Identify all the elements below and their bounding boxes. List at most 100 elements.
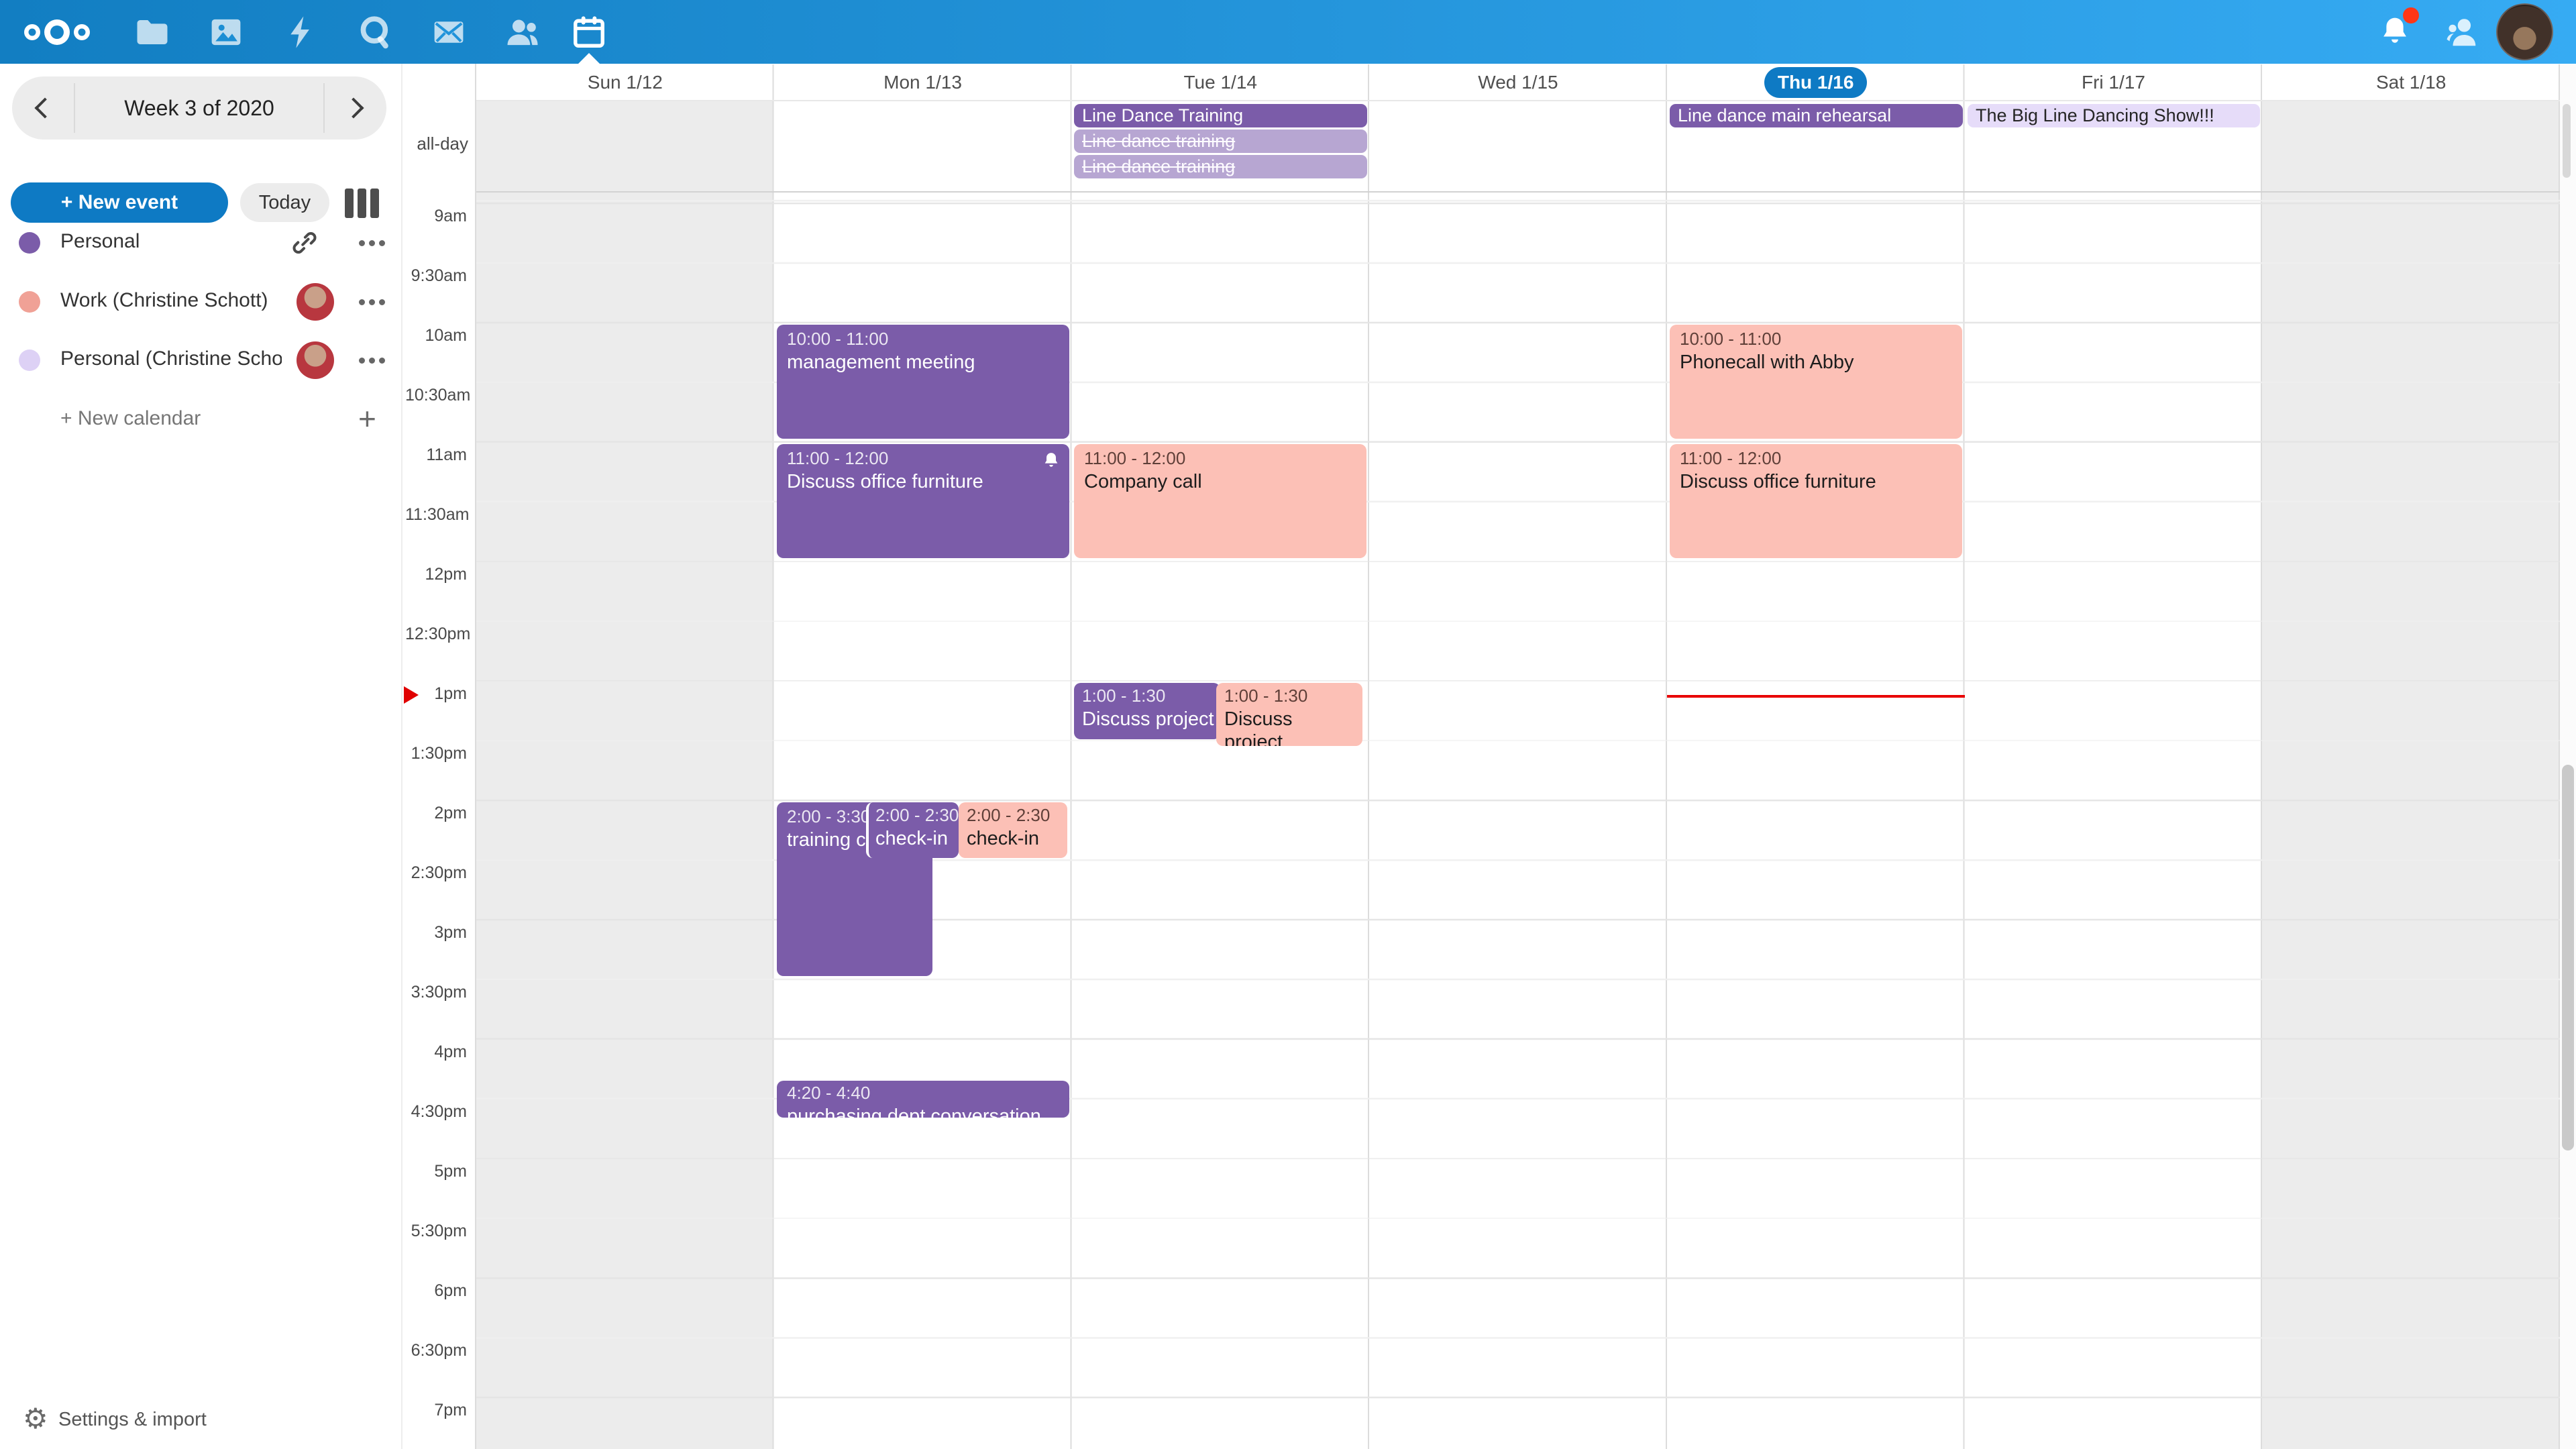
time-label: 1:30pm xyxy=(405,744,467,763)
calendar-actions-menu[interactable] xyxy=(359,356,399,364)
grid-column-lines xyxy=(476,64,2560,1449)
allday-divider xyxy=(402,191,2560,193)
event-discuss-office-furniture-thu[interactable]: 11:00 - 12:00 Discuss office furniture xyxy=(1670,444,1962,558)
allday-scrollbar-thumb[interactable] xyxy=(2563,104,2571,178)
time-label: 5pm xyxy=(405,1162,467,1181)
day-header-fri[interactable]: Fri 1/17 xyxy=(1965,64,2263,101)
shared-by-avatar xyxy=(297,341,334,379)
notifications-bell-icon[interactable] xyxy=(2375,12,2415,52)
new-calendar-label: + New calendar xyxy=(60,407,201,430)
shared-by-avatar xyxy=(297,283,334,321)
event-check-in-salmon[interactable]: 2:00 - 2:30 check-in xyxy=(959,802,1067,858)
active-app-indicator xyxy=(578,53,600,64)
calendar-name: Personal xyxy=(60,230,282,253)
current-time-arrow-icon xyxy=(404,686,419,704)
plus-icon: + xyxy=(358,400,376,437)
time-label: 12pm xyxy=(405,565,467,584)
calendar-actions-menu[interactable] xyxy=(359,239,399,247)
mail-icon[interactable] xyxy=(429,12,469,52)
time-gutter: all-day 9am 9:30am 10am 10:30am 11am 11:… xyxy=(402,64,476,1449)
view-bar-icon xyxy=(370,189,379,218)
time-label: 12:30pm xyxy=(405,625,467,644)
event-purchasing-dept-conversation[interactable]: 4:20 - 4:40 purchasing dept conversation xyxy=(777,1081,1069,1118)
photos-icon[interactable] xyxy=(206,12,246,52)
calendar-color-dot xyxy=(19,350,40,371)
time-label: 5:30pm xyxy=(405,1222,467,1241)
share-link-icon[interactable] xyxy=(290,228,319,261)
day-header-sat[interactable]: Sat 1/18 xyxy=(2262,64,2560,101)
contacts-menu-icon[interactable] xyxy=(2442,12,2482,52)
event-check-in-purple[interactable]: 2:00 - 2:30 check-in xyxy=(866,802,959,858)
calendar-app-icon[interactable] xyxy=(569,12,609,52)
calendar-actions-menu[interactable] xyxy=(359,298,399,306)
top-bar xyxy=(0,0,2576,64)
activity-icon[interactable] xyxy=(281,12,321,52)
time-label: 10am xyxy=(405,326,467,345)
allday-event-line-dance-training-cancelled[interactable]: Line dance training xyxy=(1074,129,1367,153)
day-header-thu-today[interactable]: Thu 1/16 xyxy=(1667,64,1965,101)
calendar-list-item-personal-christine[interactable]: Personal (Christine Scho… xyxy=(0,336,402,384)
calendar-color-dot xyxy=(19,291,40,313)
time-label: 7pm xyxy=(405,1401,467,1420)
time-label: 2pm xyxy=(405,804,467,823)
time-label: 9:30am xyxy=(405,266,467,286)
files-icon[interactable] xyxy=(132,12,172,52)
time-label: 6pm xyxy=(405,1281,467,1301)
weekend-shading-sunday xyxy=(476,101,773,1449)
calendar-color-dot xyxy=(19,232,40,254)
notification-badge xyxy=(2403,7,2419,23)
view-switcher-button[interactable] xyxy=(345,189,378,218)
scrollbar-thumb[interactable] xyxy=(2562,765,2574,1150)
allday-event-big-line-dancing-show[interactable]: The Big Line Dancing Show!!! xyxy=(1968,104,2260,127)
calendar-list-item-personal[interactable]: Personal xyxy=(0,219,402,267)
today-button[interactable]: Today xyxy=(240,183,329,222)
weekend-shading-saturday xyxy=(2262,101,2559,1449)
user-avatar[interactable] xyxy=(2496,3,2553,60)
day-header-mon[interactable]: Mon 1/13 xyxy=(774,64,1072,101)
day-header-tue[interactable]: Tue 1/14 xyxy=(1071,64,1369,101)
settings-import-button[interactable]: ⚙ Settings & import xyxy=(0,1401,402,1441)
new-calendar-row[interactable]: + New calendar + xyxy=(0,399,402,439)
allday-label: all-day xyxy=(417,133,468,154)
time-label: 4:30pm xyxy=(405,1102,467,1122)
calendar-list-item-work[interactable]: Work (Christine Schott) xyxy=(0,278,402,326)
allday-event-line-dance-training-cancelled[interactable]: Line dance training xyxy=(1074,155,1367,178)
time-label: 3pm xyxy=(405,923,467,943)
vertical-scrollbar[interactable] xyxy=(2560,64,2576,1449)
event-management-meeting[interactable]: 10:00 - 11:00 management meeting xyxy=(777,325,1069,439)
contacts-icon[interactable] xyxy=(502,12,543,52)
nextcloud-logo[interactable] xyxy=(20,12,94,52)
view-bar-icon xyxy=(345,189,354,218)
time-label: 10:30am xyxy=(405,386,467,405)
time-label: 11:30am xyxy=(405,505,467,525)
week-navigation: Week 3 of 2020 xyxy=(12,76,386,140)
event-discuss-office-furniture-mon[interactable]: 11:00 - 12:00 Discuss office furniture xyxy=(777,444,1069,558)
time-label: 2:30pm xyxy=(405,863,467,883)
time-label: 4pm xyxy=(405,1042,467,1062)
current-time-line xyxy=(1667,695,1965,698)
week-range-label[interactable]: Week 3 of 2020 xyxy=(12,76,386,140)
new-event-button[interactable]: + New event xyxy=(11,182,228,223)
calendar-app: Week 3 of 2020 + New event Today Persona… xyxy=(0,0,2576,1449)
day-header-sun[interactable]: Sun 1/12 xyxy=(476,64,774,101)
event-discuss-project-announcement-purple[interactable]: 1:00 - 1:30 Discuss project announcement xyxy=(1074,683,1220,739)
gear-icon: ⚙ xyxy=(23,1402,48,1435)
calendar-name: Work (Christine Schott) xyxy=(60,289,282,312)
settings-label: Settings & import xyxy=(58,1409,207,1431)
allday-event-line-dance-main-rehearsal[interactable]: Line dance main rehearsal xyxy=(1670,104,1963,127)
day-header-wed[interactable]: Wed 1/15 xyxy=(1369,64,1667,101)
time-label: 11am xyxy=(405,445,467,465)
calendar-name: Personal (Christine Scho… xyxy=(60,347,282,370)
divider xyxy=(323,83,325,133)
event-discuss-project-announcement-salmon[interactable]: 1:00 - 1:30 Discuss project announcement xyxy=(1216,683,1362,746)
reminder-bell-icon xyxy=(1041,451,1061,474)
time-label: 3:30pm xyxy=(405,983,467,1002)
time-label: 6:30pm xyxy=(405,1341,467,1360)
event-phonecall-with-abby[interactable]: 10:00 - 11:00 Phonecall with Abby xyxy=(1670,325,1962,439)
allday-event-line-dance-training[interactable]: Line Dance Training xyxy=(1074,104,1367,127)
event-company-call[interactable]: 11:00 - 12:00 Company call xyxy=(1074,444,1366,558)
sidebar: Week 3 of 2020 + New event Today Persona… xyxy=(0,64,402,1449)
today-pill[interactable]: Thu 1/16 xyxy=(1764,67,1868,98)
time-label: 9am xyxy=(405,207,467,226)
talk-icon[interactable] xyxy=(355,12,395,52)
